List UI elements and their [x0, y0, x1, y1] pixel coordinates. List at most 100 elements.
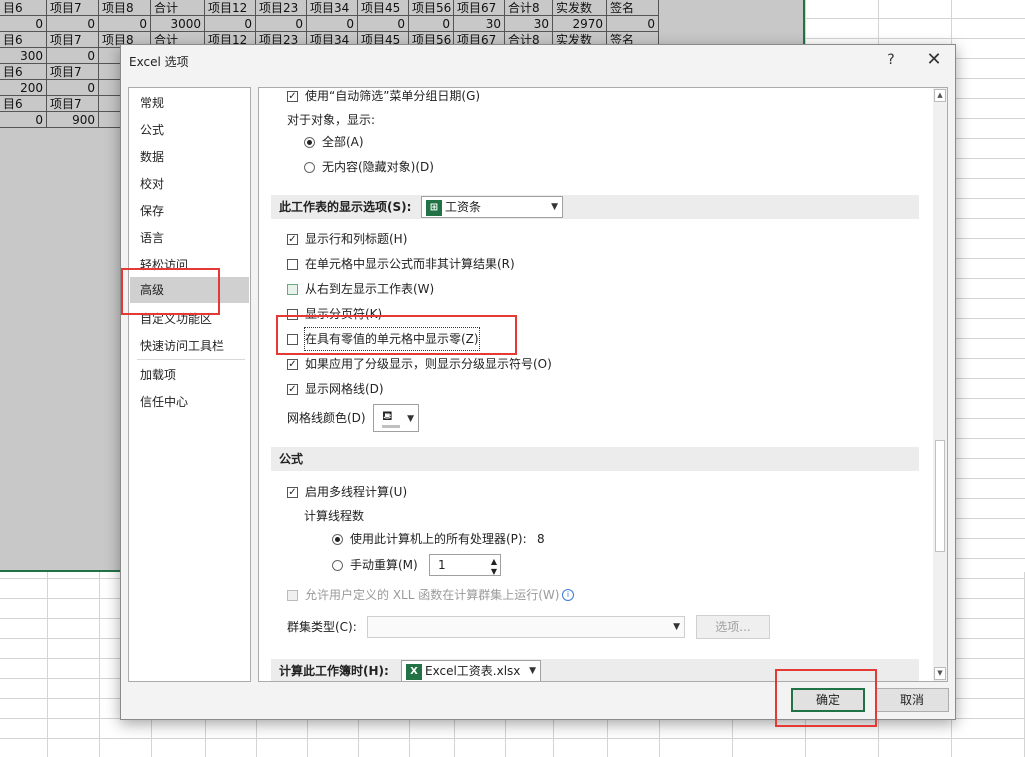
gridline	[99, 572, 100, 757]
sheet-cell: 项目7	[47, 64, 99, 80]
gridline	[0, 738, 1025, 739]
sheet-cell: 项目67	[454, 0, 505, 16]
checkbox-show-zero[interactable]	[287, 334, 298, 345]
option-objects-none[interactable]: 无内容(隐藏对象)(D)	[304, 156, 504, 178]
sheet-icon: ⊞	[426, 199, 442, 216]
sheet-cell: 200	[0, 80, 47, 96]
spin-down-icon[interactable]: ▼	[491, 562, 497, 582]
chevron-down-icon: ▼	[407, 414, 414, 424]
sheet-cell: 合计8	[505, 0, 553, 16]
options-content: ✓ 使用“自动筛选”菜单分组日期(G) 对于对象，显示: 全部(A) 无内容(隐…	[258, 87, 948, 682]
checkbox-show-gridlines[interactable]: ✓	[287, 384, 298, 395]
sheet-cell: 0	[607, 16, 659, 32]
sheet-cell: 目6	[0, 0, 47, 16]
content-scrollbar[interactable]: ▲ ▼	[933, 88, 947, 681]
sheet-cell: 0	[47, 48, 99, 64]
sheet-cell: 项目7	[47, 32, 99, 48]
sheet-cell: 0	[307, 16, 358, 32]
sheet-cell: 项目45	[358, 0, 409, 16]
sheet-cell: 3000	[151, 16, 205, 32]
radio-threads-all[interactable]	[332, 534, 343, 545]
sheet-cell: 0	[256, 16, 307, 32]
sheet-cell: 30	[505, 16, 553, 32]
sheet-cell: 合计	[151, 0, 205, 16]
nav-item-quick-access-toolbar[interactable]: 快速访问工具栏	[130, 333, 249, 359]
nav-item-accessibility[interactable]: 轻松访问	[130, 252, 249, 278]
option-objects-all[interactable]: 全部(A)	[304, 131, 504, 153]
nav-item-language[interactable]: 语言	[130, 225, 249, 251]
cluster-type-label: 群集类型(C):	[287, 620, 357, 634]
checkbox-right-to-left[interactable]	[287, 284, 298, 295]
nav-item-addins[interactable]: 加载项	[130, 362, 249, 388]
checkbox-show-formulas[interactable]	[287, 259, 298, 270]
sheet-cell: 2970	[553, 16, 607, 32]
ok-button[interactable]: 确定	[791, 688, 865, 712]
nav-item-formulas[interactable]: 公式	[130, 117, 249, 143]
radio-objects-none[interactable]	[304, 162, 315, 173]
chevron-down-icon: ▼	[529, 666, 536, 676]
dialog-title: Excel 选项	[129, 55, 189, 69]
scroll-up-icon[interactable]: ▲	[934, 89, 946, 102]
nav-separator	[137, 359, 245, 360]
sheet-cell: 0	[0, 16, 47, 32]
nav-item-proofing[interactable]: 校对	[130, 171, 249, 197]
workbook-select[interactable]: X Excel工资表.xlsx ▼	[401, 660, 541, 681]
sheet-cell: 目6	[0, 32, 47, 48]
cluster-options-button[interactable]: 选项...	[696, 615, 770, 639]
checkbox-group-dates[interactable]: ✓	[287, 91, 298, 102]
radio-threads-manual[interactable]	[332, 560, 343, 571]
sheet-cell: 项目23	[256, 0, 307, 16]
sheet-cell: 0	[47, 80, 99, 96]
scroll-thumb[interactable]	[935, 440, 945, 552]
checkbox-multithread[interactable]: ✓	[287, 487, 298, 498]
sheet-cell: 0	[205, 16, 256, 32]
nav-item-advanced[interactable]: 高级	[130, 277, 249, 303]
sheet-cell: 项目34	[307, 0, 358, 16]
sheet-cell: 900	[47, 112, 99, 128]
gridline-color-label: 网格线颜色(D)	[287, 411, 366, 425]
sheet-cell: 30	[454, 16, 505, 32]
nav-item-data[interactable]: 数据	[130, 144, 249, 170]
sheet-cell: 签名	[607, 0, 659, 16]
sheet-display-section-header: 此工作表的显示选项(S):	[271, 195, 919, 219]
nav-item-trust-center[interactable]: 信任中心	[130, 389, 249, 415]
radio-objects-all[interactable]	[304, 137, 315, 148]
excel-options-dialog: Excel 选项 ? ✕ 常规 公式 数据 校对 保存 语言 轻松访问 高级 自…	[120, 44, 956, 720]
checkbox-show-page-breaks[interactable]	[287, 309, 298, 320]
info-icon: i	[562, 589, 574, 601]
paint-bucket-icon: ⛾	[382, 409, 393, 424]
gridline	[805, 18, 1025, 19]
gridline	[47, 572, 48, 757]
close-button[interactable]: ✕	[921, 47, 947, 73]
checkbox-outline-symbols[interactable]: ✓	[287, 359, 298, 370]
help-button[interactable]: ?	[881, 49, 901, 71]
scroll-down-icon[interactable]: ▼	[934, 667, 946, 680]
sheet-cell: 项目12	[205, 0, 256, 16]
gridline	[805, 38, 1025, 39]
cluster-type-select[interactable]: ▼	[367, 616, 685, 638]
option-threads-manual[interactable]: 手动重算(M)	[332, 554, 432, 576]
excel-icon: X	[406, 663, 422, 680]
sheet-cell: 项目7	[47, 0, 99, 16]
sheet-cell: 目6	[0, 96, 47, 112]
sheet-select[interactable]: ⊞ 工资条 ▼	[421, 196, 563, 218]
sheet-cell: 0	[0, 112, 47, 128]
option-threads-all[interactable]: 使用此计算机上的所有处理器(P): 8	[332, 528, 572, 550]
nav-item-general[interactable]: 常规	[130, 90, 249, 116]
formula-section-header: 公式	[271, 447, 919, 471]
threads-count: 8	[537, 532, 545, 546]
nav-item-save[interactable]: 保存	[130, 198, 249, 224]
checkbox-xll-cluster[interactable]	[287, 590, 298, 601]
sheet-cell: 0	[99, 16, 151, 32]
nav-item-customize-ribbon[interactable]: 自定义功能区	[130, 306, 249, 332]
sheet-cell: 0	[47, 16, 99, 32]
sheet-cell: 项目8	[99, 0, 151, 16]
threads-manual-spinner[interactable]: 1 ▲ ▼	[429, 554, 501, 576]
chevron-down-icon: ▼	[673, 622, 680, 632]
calc-section-header: 计算此工作簿时(H):	[271, 659, 919, 681]
checkbox-show-headers[interactable]: ✓	[287, 234, 298, 245]
cancel-button[interactable]: 取消	[875, 688, 949, 712]
color-swatch	[382, 425, 400, 428]
gridline-color-picker[interactable]: ⛾ ▼	[373, 404, 419, 432]
chevron-down-icon: ▼	[551, 202, 558, 212]
